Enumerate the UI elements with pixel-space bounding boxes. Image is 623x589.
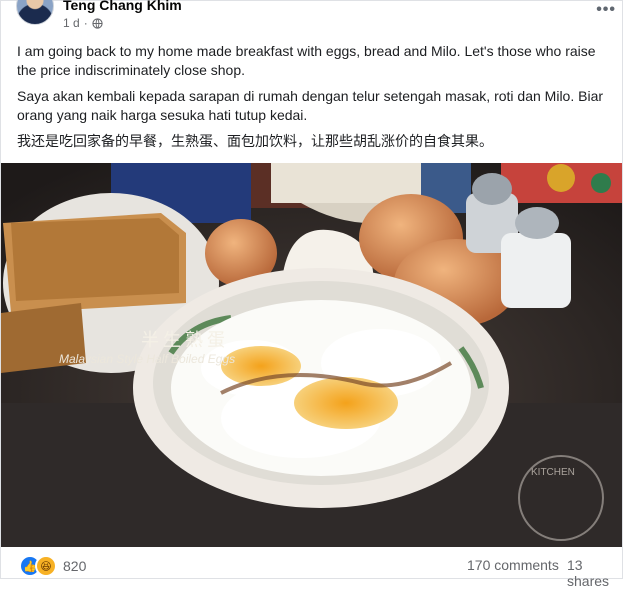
- photo-title-chinese: 半生熟蛋: [141, 330, 229, 350]
- post-time[interactable]: 1 d: [63, 16, 80, 30]
- author-avatar[interactable]: [16, 0, 54, 25]
- post-text-english: I am going back to my home made breakfas…: [17, 43, 596, 78]
- post-footer: 👍 😆 820 170 comments 13 shares: [1, 549, 622, 589]
- comments-count[interactable]: 170 comments: [467, 557, 559, 573]
- reaction-count: 820: [63, 558, 87, 574]
- haha-reaction-icon: 😆: [35, 555, 57, 577]
- photo-watermark: KITCHEN: [531, 467, 575, 478]
- post-meta: 1 d ·: [63, 16, 103, 30]
- shares-count[interactable]: 13 shares: [567, 557, 622, 589]
- globe-icon: [92, 17, 103, 29]
- reactions-summary[interactable]: 👍 😆 820: [19, 555, 86, 577]
- post-text-chinese: 我还是吃回家备的早餐，生熟蛋、面包加饮料，让那些胡乱涨价的自食其果。: [17, 133, 493, 149]
- author-name[interactable]: Teng Chang Khim: [63, 0, 182, 13]
- facebook-post: Teng Chang Khim 1 d · ••• I am going bac…: [0, 0, 623, 589]
- post-text-malay: Saya akan kembali kepada sarapan di ruma…: [17, 88, 604, 123]
- more-options-icon[interactable]: •••: [596, 1, 616, 19]
- photo-title-english: Malaysian Style Half Boiled Eggs: [59, 352, 236, 366]
- post-header: Teng Chang Khim 1 d · •••: [16, 0, 616, 35]
- post-photo[interactable]: KITCHEN 半生熟蛋 Malaysian Style Half Boiled…: [1, 163, 622, 547]
